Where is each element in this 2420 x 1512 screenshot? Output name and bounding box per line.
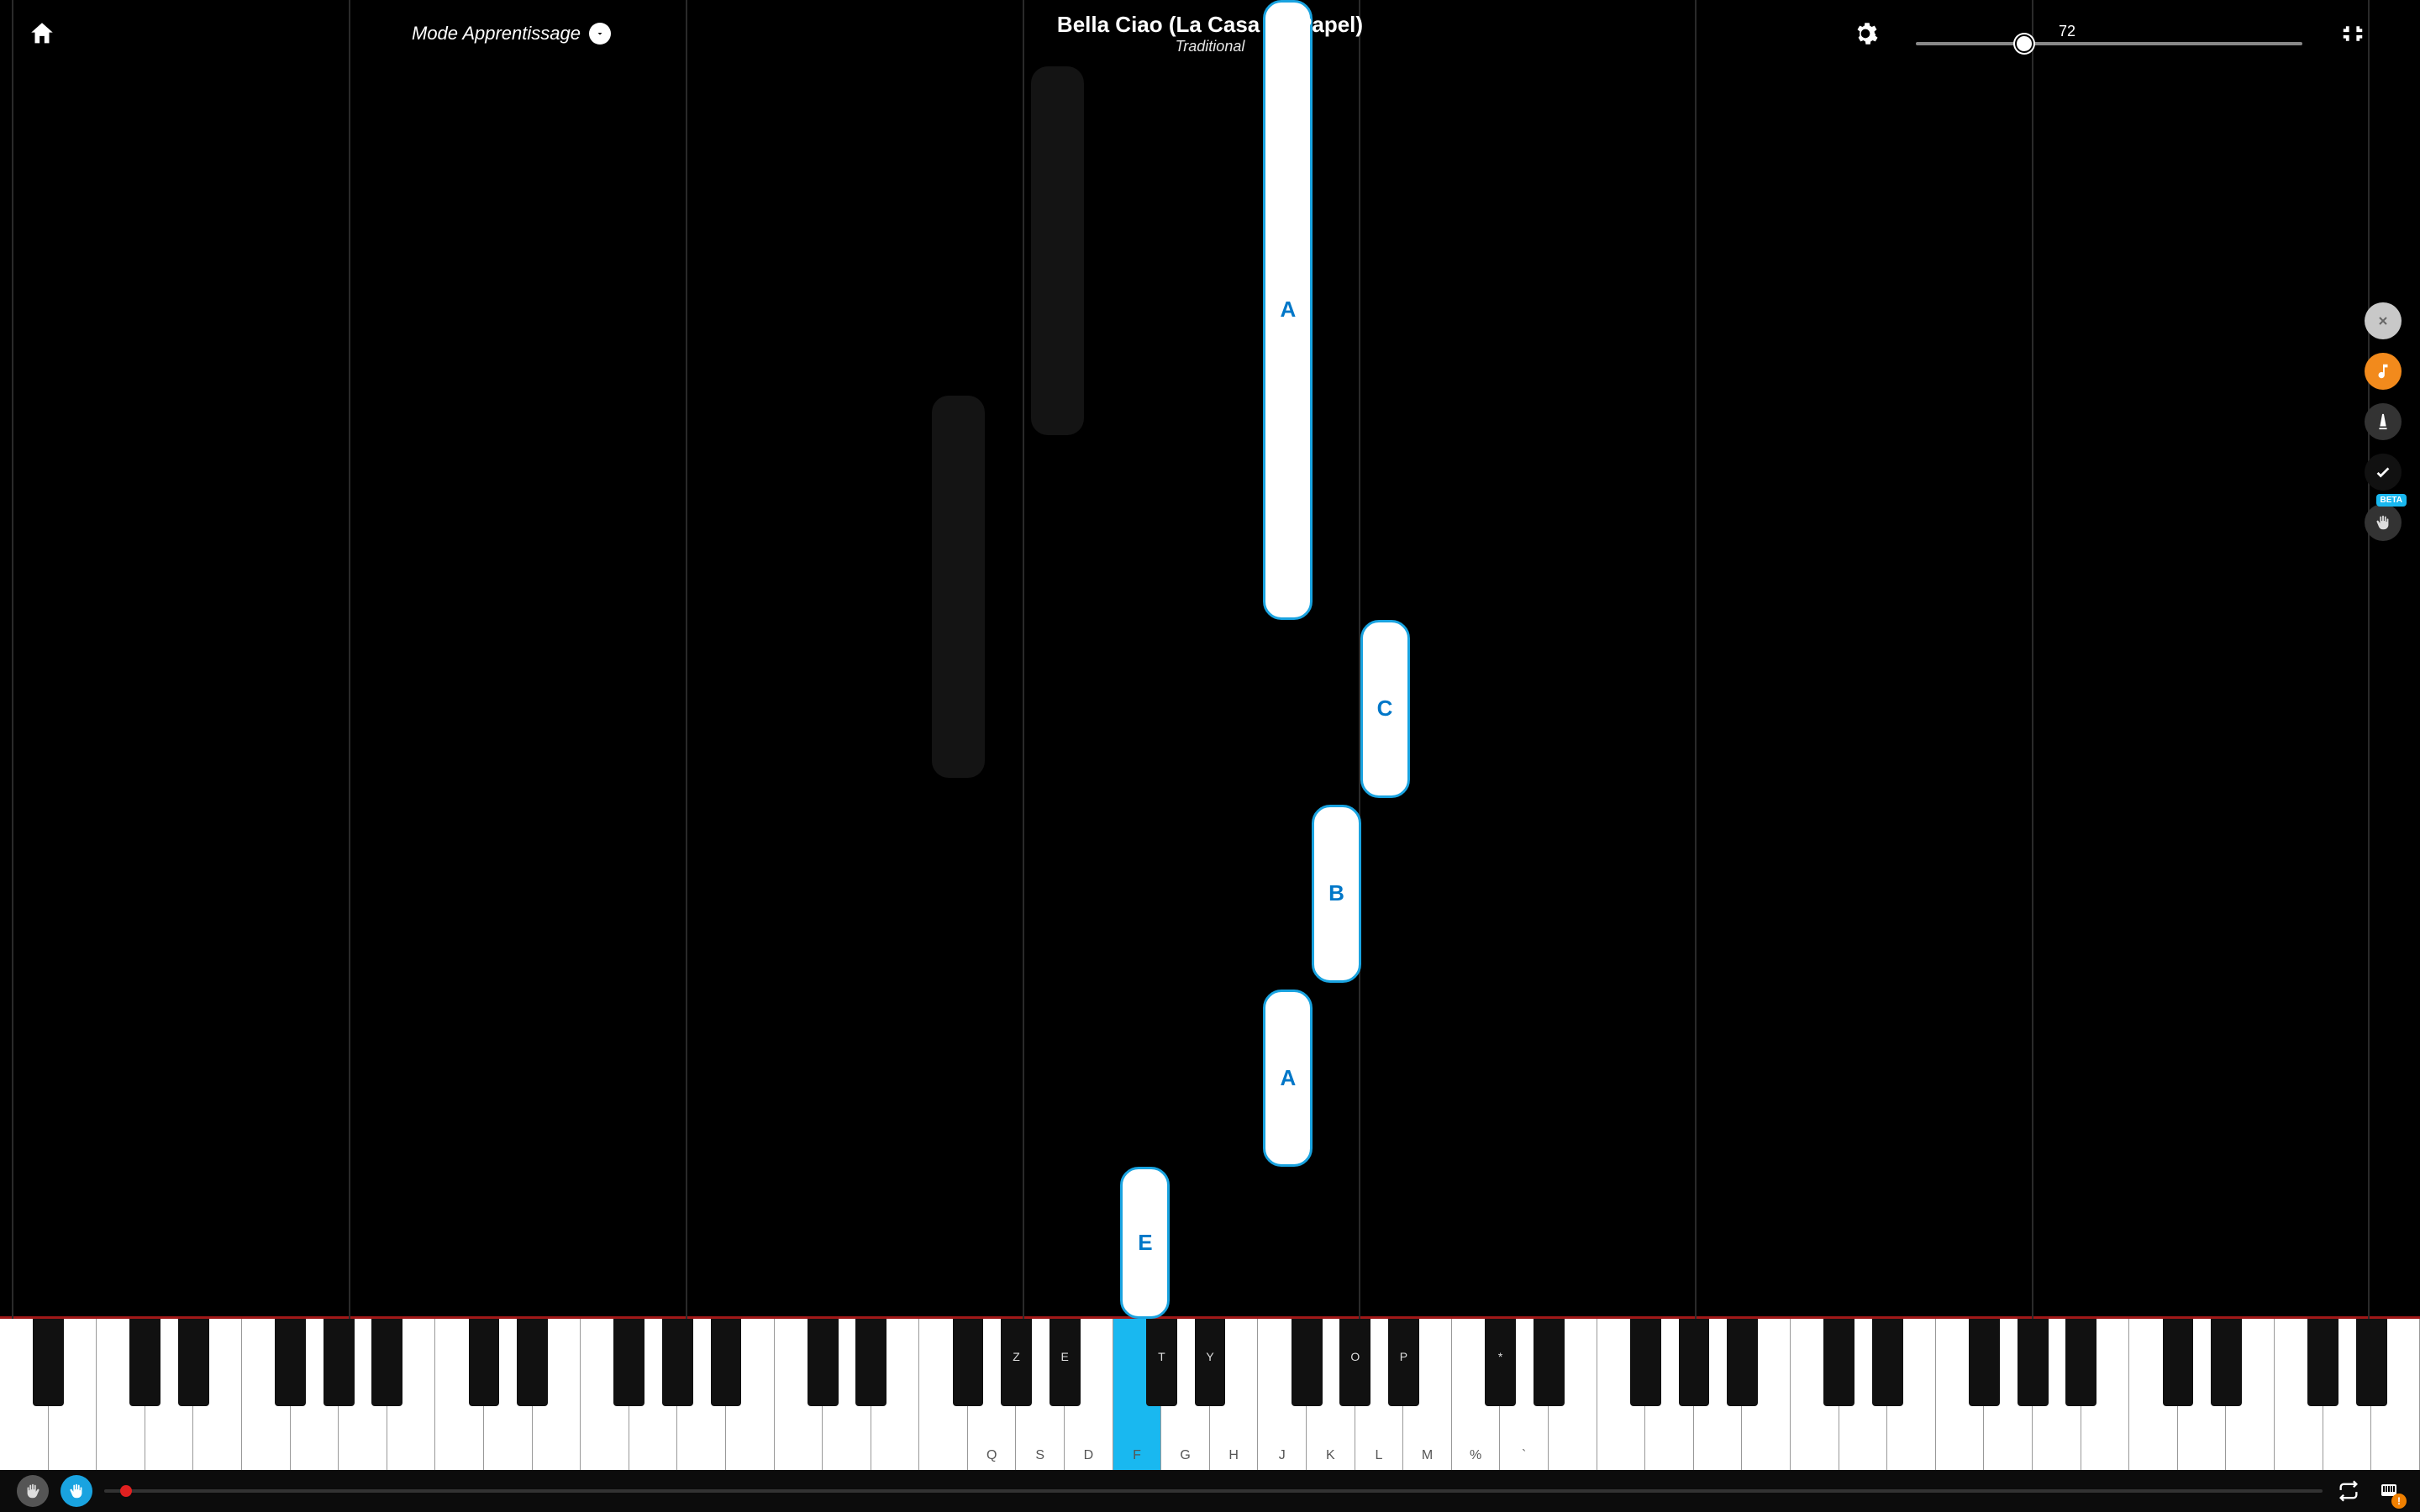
octave-divider [2368,0,2370,1319]
falling-note: B [1312,805,1361,983]
tempo-value: 72 [2059,23,2075,40]
black-key[interactable] [1534,1319,1565,1406]
black-key[interactable] [178,1319,209,1406]
key-binding-label: D [1084,1448,1094,1463]
octave-divider [2032,0,2033,1319]
black-key[interactable] [613,1319,644,1406]
beta-badge: BETA [2376,494,2407,507]
octave-divider [1023,0,1024,1319]
black-key[interactable] [953,1319,984,1406]
title-block: Bella Ciao (La Casa de Papel) Traditiona… [1057,12,1363,55]
black-key[interactable]: O [1339,1319,1370,1406]
mode-label: Mode Apprentissage [412,23,581,45]
song-artist: Traditional [1057,38,1363,55]
octave-divider [349,0,350,1319]
black-key[interactable] [2065,1319,2096,1406]
progress-thumb[interactable] [120,1485,132,1497]
key-binding-label: * [1498,1350,1502,1363]
black-key[interactable] [808,1319,839,1406]
black-key[interactable] [711,1319,742,1406]
key-binding-label: Q [986,1448,997,1463]
black-key[interactable] [129,1319,160,1406]
octave-divider [1695,0,1697,1319]
black-key[interactable] [1872,1319,1903,1406]
left-hand-toggle[interactable] [17,1475,49,1507]
black-key[interactable] [2307,1319,2338,1406]
black-key[interactable] [2211,1319,2242,1406]
mode-dropdown[interactable]: Mode Apprentissage [412,23,611,45]
black-key[interactable] [469,1319,500,1406]
falling-note: E [1120,1167,1170,1319]
key-binding-label: Z [1013,1350,1020,1363]
right-hand-toggle[interactable] [60,1475,92,1507]
key-binding-label: E [1061,1350,1069,1363]
key-binding-label: Y [1206,1350,1213,1363]
metronome-button[interactable] [2365,403,2402,440]
key-binding-label: F [1133,1448,1141,1463]
progress-slider[interactable] [104,1489,2323,1493]
black-key[interactable] [1969,1319,2000,1406]
black-key[interactable] [1727,1319,1758,1406]
tempo-control[interactable]: 72 [1916,23,2302,45]
key-binding-label: ` [1522,1448,1526,1463]
key-binding-label: J [1279,1448,1286,1463]
octave-divider [686,0,687,1319]
black-key[interactable] [1823,1319,1854,1406]
song-title: Bella Ciao (La Casa de Papel) [1057,12,1363,38]
tempo-slider-thumb[interactable] [2015,34,2033,53]
side-toolbar: BETA [2365,302,2402,541]
ghost-note [1031,66,1084,436]
black-key[interactable] [1630,1319,1661,1406]
black-key[interactable] [2018,1319,2049,1406]
confirm-button[interactable] [2365,454,2402,491]
piano-keyboard[interactable]: Q S D F G H J K L M% ` Z E T Y O P * [0,1319,2420,1470]
falling-note: A [1263,0,1313,620]
falling-note: C [1360,620,1410,798]
black-key[interactable] [662,1319,693,1406]
loop-button[interactable] [2334,1477,2363,1505]
key-binding-label: H [1228,1448,1239,1463]
tempo-slider[interactable] [1916,42,2302,45]
black-key[interactable] [2163,1319,2194,1406]
note-fall-area: ACBAE [0,0,2420,1319]
black-key[interactable]: P [1388,1319,1419,1406]
black-key[interactable]: Z [1001,1319,1032,1406]
key-binding-label: % [1470,1448,1481,1463]
key-binding-label: P [1400,1350,1407,1363]
settings-button[interactable] [1849,17,1882,50]
chevron-down-icon [589,23,611,45]
key-binding-label: L [1375,1448,1382,1463]
key-binding-label: O [1350,1350,1360,1363]
black-key[interactable]: T [1146,1319,1177,1406]
close-side-button[interactable] [2365,302,2402,339]
black-key[interactable] [371,1319,402,1406]
midi-device-button[interactable]: ! [2375,1477,2403,1505]
black-key[interactable] [33,1319,64,1406]
hand-gesture-button[interactable]: BETA [2365,504,2402,541]
key-binding-label: T [1158,1350,1165,1363]
octave-divider [12,0,13,1319]
key-binding-label: K [1326,1448,1335,1463]
black-key[interactable] [1679,1319,1710,1406]
note-labels-button[interactable] [2365,353,2402,390]
black-key[interactable] [324,1319,355,1406]
black-key[interactable]: Y [1195,1319,1226,1406]
exit-fullscreen-button[interactable] [2336,17,2370,50]
black-key[interactable]: * [1485,1319,1516,1406]
ghost-note [932,396,985,778]
key-binding-label: S [1035,1448,1044,1463]
black-key[interactable] [275,1319,306,1406]
black-key[interactable]: E [1050,1319,1081,1406]
falling-note: A [1263,990,1313,1168]
alert-icon: ! [2391,1494,2407,1509]
home-button[interactable] [25,17,59,50]
black-key[interactable] [855,1319,886,1406]
black-key[interactable] [517,1319,548,1406]
key-binding-label: M [1422,1448,1433,1463]
black-key[interactable] [1292,1319,1323,1406]
black-key[interactable] [2356,1319,2387,1406]
key-binding-label: G [1180,1448,1190,1463]
